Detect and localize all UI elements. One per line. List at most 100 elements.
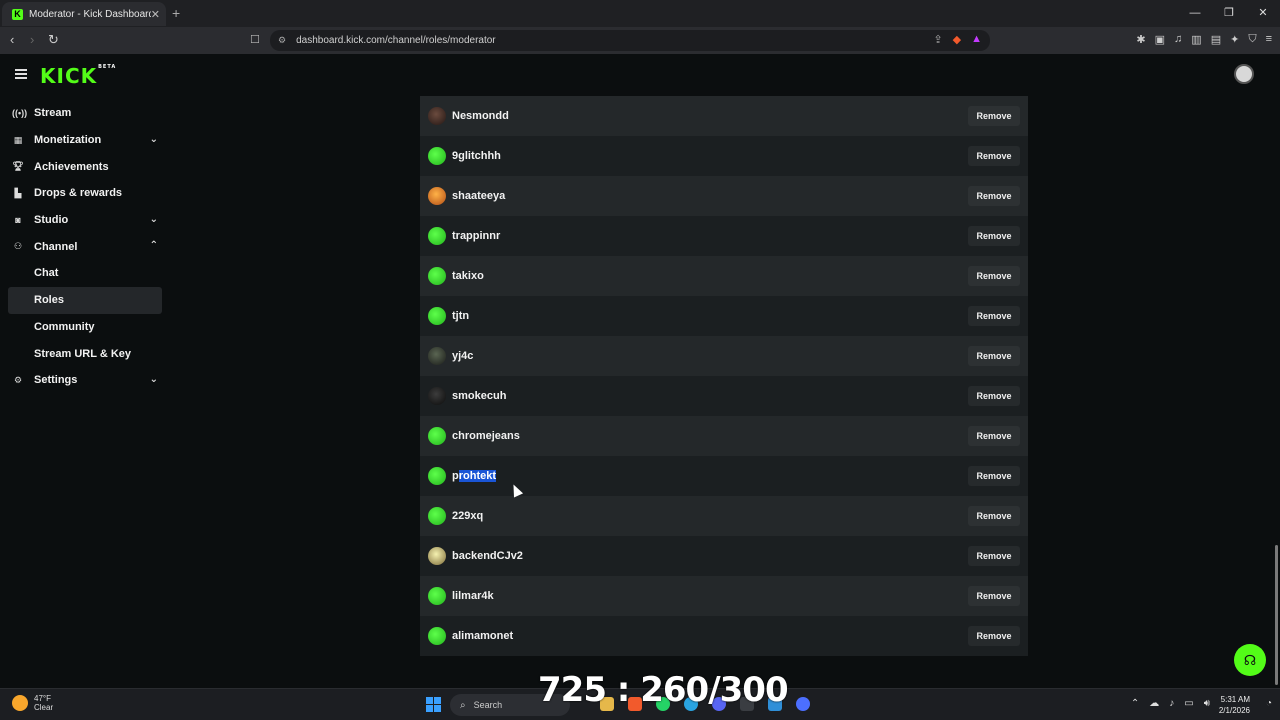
url-actions: ⇪ ◆ ▲ bbox=[933, 33, 982, 46]
gear-icon: ⚙ bbox=[13, 374, 23, 385]
sidebar-subitem-stream-url-key[interactable]: Stream URL & Key bbox=[0, 340, 170, 367]
menu-icon[interactable]: ≡ bbox=[1266, 33, 1272, 46]
sidebar-toggle-icon[interactable]: ▥ bbox=[1191, 33, 1201, 46]
forward-icon[interactable]: › bbox=[30, 32, 34, 47]
moderator-name[interactable]: chromejeans bbox=[452, 430, 520, 442]
close-window-icon[interactable]: ✕ bbox=[1246, 0, 1280, 27]
moderator-name[interactable]: 229xq bbox=[452, 510, 483, 522]
brave-rewards-icon[interactable]: ▲ bbox=[971, 33, 982, 46]
tab-title: Moderator - Kick Dashboard bbox=[29, 8, 151, 20]
sidebar-subitem-roles[interactable]: Roles bbox=[8, 286, 162, 314]
moderator-avatar bbox=[428, 147, 446, 165]
sidebar-subitem-chat[interactable]: Chat bbox=[0, 260, 170, 287]
remove-button[interactable]: Remove bbox=[968, 386, 1020, 406]
sidebar-item-studio[interactable]: ◙ Studio ⌄ bbox=[0, 207, 170, 234]
remove-button[interactable]: Remove bbox=[968, 266, 1020, 286]
mic-icon[interactable]: ♪ bbox=[1169, 698, 1174, 709]
remove-button[interactable]: Remove bbox=[968, 506, 1020, 526]
taskbar-clock[interactable]: 5:31 AM 2/1/2026 bbox=[1219, 694, 1250, 716]
media-icon[interactable]: ♫ bbox=[1174, 33, 1182, 46]
remove-button[interactable]: Remove bbox=[968, 546, 1020, 566]
moderator-name[interactable]: Nesmondd bbox=[452, 110, 509, 122]
bookmark-icon[interactable]: ☐ bbox=[250, 33, 260, 46]
reload-icon[interactable]: ↻ bbox=[48, 32, 59, 48]
hamburger-menu-icon[interactable] bbox=[15, 69, 27, 79]
url-text: dashboard.kick.com/channel/roles/moderat… bbox=[296, 35, 496, 46]
screenshot-icon[interactable]: ▣ bbox=[1155, 33, 1165, 46]
moderator-row: lilmar4k Remove bbox=[420, 576, 1028, 616]
moderator-name[interactable]: lilmar4k bbox=[452, 590, 494, 602]
moderator-name[interactable]: smokecuh bbox=[452, 390, 506, 402]
sidebar-item-settings[interactable]: ⚙ Settings ⌄ bbox=[0, 367, 170, 394]
browser-tab[interactable]: K Moderator - Kick Dashboard ✕ bbox=[2, 2, 166, 26]
remove-button[interactable]: Remove bbox=[968, 586, 1020, 606]
moderator-name[interactable]: shaateeya bbox=[452, 190, 505, 202]
remove-button[interactable]: Remove bbox=[968, 346, 1020, 366]
moderator-avatar bbox=[428, 347, 446, 365]
sidebar-item-monetization[interactable]: ▦ Monetization ⌄ bbox=[0, 127, 170, 154]
address-bar[interactable]: ⚙ dashboard.kick.com/channel/roles/moder… bbox=[270, 30, 990, 51]
moderator-name[interactable]: 9glitchhh bbox=[452, 150, 501, 162]
minimize-icon[interactable]: — bbox=[1178, 0, 1212, 27]
remove-button[interactable]: Remove bbox=[968, 466, 1020, 486]
overlay-counter: 725 : 260/300 bbox=[538, 670, 789, 710]
restore-icon[interactable]: ❐ bbox=[1212, 0, 1246, 27]
moderator-row: 229xq Remove bbox=[420, 496, 1028, 536]
moderator-row: backendCJv2 Remove bbox=[420, 536, 1028, 576]
onedrive-icon[interactable]: ☁ bbox=[1149, 698, 1159, 709]
weather-widget[interactable]: 47°F Clear bbox=[12, 694, 53, 712]
remove-button[interactable]: Remove bbox=[968, 146, 1020, 166]
weather-desc: Clear bbox=[34, 703, 54, 712]
chevron-down-icon: ⌄ bbox=[149, 133, 158, 145]
moderator-name[interactable]: alimamonet bbox=[452, 630, 513, 642]
channel-icon: ⚇ bbox=[13, 241, 23, 252]
new-tab-icon[interactable]: + bbox=[172, 5, 180, 21]
text-selection: rohtekt bbox=[458, 470, 497, 482]
moderator-avatar bbox=[428, 107, 446, 125]
brave-shield-icon[interactable]: ◆ bbox=[953, 33, 961, 46]
remove-button[interactable]: Remove bbox=[968, 186, 1020, 206]
moderator-avatar bbox=[428, 507, 446, 525]
chevron-up-icon: ⌃ bbox=[149, 240, 158, 252]
kick-logo[interactable]: KICKBETA bbox=[40, 64, 116, 88]
page-scrollbar[interactable] bbox=[1275, 545, 1278, 685]
back-icon[interactable]: ‹ bbox=[10, 32, 14, 47]
vpn-icon[interactable]: ⛉ bbox=[1248, 33, 1256, 46]
wallet-icon[interactable]: ▤ bbox=[1211, 33, 1221, 46]
remove-button[interactable]: Remove bbox=[968, 626, 1020, 646]
weather-sun-icon bbox=[12, 695, 28, 711]
moderator-name[interactable]: yj4c bbox=[452, 350, 473, 362]
sidebar-item-drops[interactable]: ▙ Drops & rewards bbox=[0, 180, 170, 207]
sidebar-item-achievements[interactable]: 🏆︎ Achievements bbox=[0, 153, 170, 180]
tab-close-icon[interactable]: ✕ bbox=[151, 8, 160, 21]
remove-button[interactable]: Remove bbox=[968, 306, 1020, 326]
extensions-icon[interactable]: ✱ bbox=[1136, 33, 1145, 46]
moderator-name[interactable]: tjtn bbox=[452, 310, 469, 322]
moderator-avatar bbox=[428, 627, 446, 645]
window-controls: — ❐ ✕ bbox=[1178, 0, 1280, 27]
moderator-name-selected[interactable]: prohtekt bbox=[452, 470, 497, 482]
trophy-icon: 🏆︎ bbox=[12, 161, 24, 172]
moderator-name[interactable]: backendCJv2 bbox=[452, 550, 523, 562]
support-chat-icon[interactable]: ☊ bbox=[1234, 644, 1266, 676]
notification-icon[interactable]: ◔ bbox=[1266, 698, 1272, 709]
remove-button[interactable]: Remove bbox=[968, 106, 1020, 126]
moderator-name[interactable]: trappinnr bbox=[452, 230, 500, 242]
search-icon: ⌕ bbox=[460, 699, 466, 711]
volume-icon[interactable]: 🔊︎ bbox=[1204, 698, 1210, 709]
sidebar-subitem-community[interactable]: Community bbox=[0, 314, 170, 341]
remove-button[interactable]: Remove bbox=[968, 426, 1020, 446]
leo-ai-icon[interactable]: ✦ bbox=[1230, 33, 1239, 46]
user-avatar[interactable] bbox=[1234, 64, 1254, 84]
network-icon[interactable]: ▭ bbox=[1184, 698, 1193, 709]
tray-overflow-icon[interactable]: ⌃ bbox=[1131, 698, 1139, 709]
share-icon[interactable]: ⇪ bbox=[933, 33, 942, 46]
moderator-row: Nesmondd Remove bbox=[420, 96, 1028, 136]
sidebar-item-channel[interactable]: ⚇ Channel ⌃ bbox=[0, 233, 170, 260]
remove-button[interactable]: Remove bbox=[968, 226, 1020, 246]
windows-start-icon[interactable] bbox=[426, 697, 441, 712]
moderator-name[interactable]: takixo bbox=[452, 270, 484, 282]
site-info-icon[interactable]: ⚙ bbox=[278, 35, 286, 46]
sidebar-item-stream[interactable]: ((•)) Stream bbox=[0, 100, 170, 127]
arrow-app-icon[interactable] bbox=[796, 697, 810, 711]
